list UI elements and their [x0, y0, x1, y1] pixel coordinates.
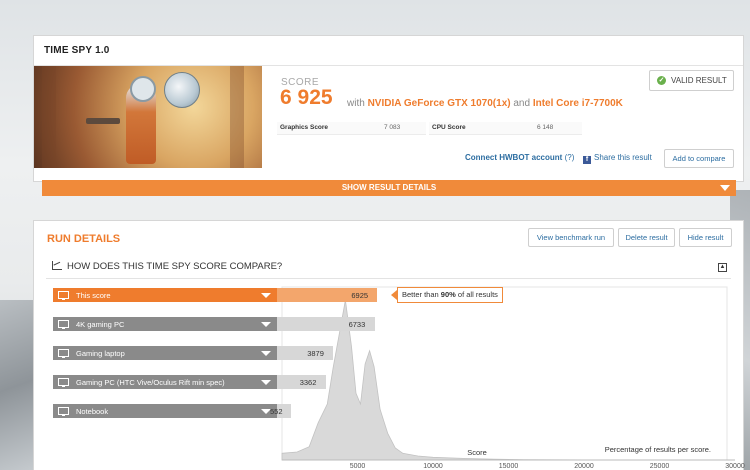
divider [46, 278, 731, 279]
comparison-row[interactable]: Gaming laptop 3879 [53, 346, 750, 360]
comparison-dropdown[interactable]: This score [53, 288, 277, 302]
add-to-compare-button[interactable]: Add to compare [664, 149, 734, 168]
cpu-score-row: CPU Score 6 148 [429, 122, 582, 135]
score-bar-value: 552 [270, 407, 283, 416]
better-than-callout: Better than 90% of all results [391, 287, 503, 303]
benchmark-hero-image [34, 66, 262, 168]
chevron-down-icon [720, 185, 730, 191]
with-text: with [347, 98, 365, 109]
monitor-icon [58, 378, 69, 387]
comparison-label: 4K gaming PC [76, 320, 125, 329]
check-icon: ✓ [657, 76, 666, 85]
and-text: and [513, 98, 531, 109]
better-than-suffix: of all results [457, 290, 498, 299]
hwbot-connect-link[interactable]: Connect HWBOT account (?) [465, 153, 574, 162]
chevron-down-icon [261, 351, 271, 356]
score-bar-value: 6733 [348, 320, 366, 329]
facebook-icon: f [583, 156, 591, 164]
comparison-row[interactable]: Notebook 552 [53, 404, 750, 418]
comparison-dropdown[interactable]: 4K gaming PC [53, 317, 277, 331]
hide-result-button[interactable]: Hide result [679, 228, 732, 247]
monitor-icon [58, 407, 69, 416]
cpu-name[interactable]: Intel Core i7-7700K [533, 98, 623, 109]
chart-icon [52, 261, 62, 270]
comparison-row[interactable]: Gaming PC (HTC Vive/Oculus Rift min spec… [53, 375, 750, 389]
hardware-summary: with NVIDIA GeForce GTX 1070(1x) and Int… [347, 98, 623, 109]
share-label: Share this result [594, 153, 652, 162]
gpu-name[interactable]: NVIDIA GeForce GTX 1070(1x) [368, 98, 511, 109]
better-than-percent: 90% [440, 290, 456, 299]
run-details-panel: RUN DETAILS View benchmark run Delete re… [33, 220, 744, 470]
help-icon[interactable]: (?) [565, 153, 575, 162]
hwbot-label: Connect HWBOT account [465, 153, 563, 162]
comparison-row[interactable]: 4K gaming PC 6733 [53, 317, 750, 331]
share-result-link[interactable]: f Share this result [583, 153, 652, 164]
monitor-icon [58, 320, 69, 329]
collapse-icon[interactable]: ▲ [718, 263, 727, 272]
graphics-score-label: Graphics Score [280, 124, 329, 131]
comparison-dropdown[interactable]: Gaming PC (HTC Vive/Oculus Rift min spec… [53, 375, 277, 389]
chevron-down-icon [261, 380, 271, 385]
compare-section-header[interactable]: HOW DOES THIS TIME SPY SCORE COMPARE? [52, 261, 282, 272]
score-value: 6 925 [280, 86, 333, 109]
chevron-down-icon [261, 322, 271, 327]
delete-result-button[interactable]: Delete result [618, 228, 675, 247]
comparison-label: Notebook [76, 407, 109, 416]
score-bar-value: 3362 [299, 378, 317, 387]
show-result-details-label: SHOW RESULT DETAILS [341, 183, 437, 192]
cpu-score-value: 6 148 [537, 124, 554, 131]
monitor-icon [58, 349, 69, 358]
benchmark-title: TIME SPY 1.0 [44, 45, 110, 56]
result-card: TIME SPY 1.0 SCORE 6 925 with NVIDIA GeF… [33, 35, 744, 182]
score-bar-value: 3879 [307, 349, 324, 358]
comparison-dropdown[interactable]: Notebook [53, 404, 277, 418]
cpu-score-label: CPU Score [432, 124, 466, 131]
score-bar-value: 6925 [351, 291, 369, 300]
chevron-down-icon [261, 293, 271, 298]
compare-header-label: HOW DOES THIS TIME SPY SCORE COMPARE? [67, 261, 283, 272]
trophy-icon [58, 291, 69, 300]
comparison-label: Gaming laptop [76, 349, 125, 358]
run-details-title: RUN DETAILS [47, 233, 121, 245]
show-result-details-button[interactable]: SHOW RESULT DETAILS [42, 180, 736, 196]
valid-result-badge[interactable]: ✓ VALID RESULT [649, 70, 734, 91]
better-than-prefix: Better than [402, 290, 439, 299]
comparison-dropdown[interactable]: Gaming laptop [53, 346, 277, 360]
view-benchmark-run-button[interactable]: View benchmark run [528, 228, 614, 247]
graphics-score-row: Graphics Score 7 083 [277, 122, 426, 135]
comparison-label: This score [76, 291, 111, 300]
comparison-label: Gaming PC (HTC Vive/Oculus Rift min spec… [76, 378, 225, 387]
graphics-score-value: 7 083 [384, 124, 401, 131]
score-bar [277, 346, 334, 360]
valid-result-label: VALID RESULT [671, 76, 727, 85]
